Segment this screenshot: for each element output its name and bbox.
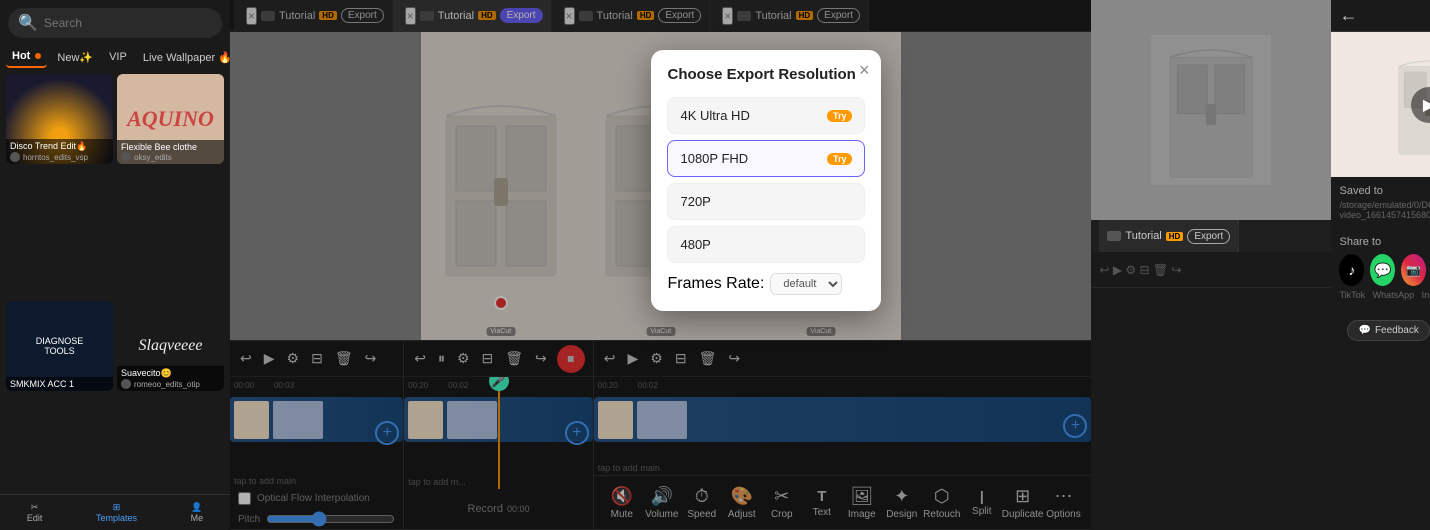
bottom-nav: ✂ Edit ⊞ Templates 👤 Me xyxy=(0,494,230,530)
res-720p-label: 720P xyxy=(680,194,710,209)
share-tiktok[interactable]: ♪ xyxy=(1339,254,1364,286)
template-card-1[interactable]: Disco Trend Edit🔥 horntos_edits_vsp xyxy=(6,74,113,164)
res-1080p-badge: Try xyxy=(827,153,853,165)
share-to: Share to ♪ 💬 📷 ▶ ✈ f TikTok WhatsApp Ins… xyxy=(1331,228,1430,308)
feedback-area: 💬 Feedback xyxy=(1331,308,1430,353)
modal-close-btn[interactable]: × xyxy=(859,60,870,81)
templates-btn[interactable]: ⊞ Templates xyxy=(96,502,137,523)
template-card-3[interactable]: DIAGNOSETOOLS SMKMIX ACC 1 xyxy=(6,301,113,391)
card-title-1: Disco Trend Edit🔥 xyxy=(10,141,109,152)
frames-select: Frames Rate: default 24fps 30fps 60fps xyxy=(667,273,865,295)
resolution-4k[interactable]: 4K Ultra HD Try xyxy=(667,97,865,134)
right-tab-title: Tutorial xyxy=(1125,230,1161,242)
hot-badge xyxy=(35,53,41,59)
avatar-2 xyxy=(121,152,131,162)
resolution-480p[interactable]: 480P xyxy=(667,226,865,263)
tab-vip[interactable]: VIP xyxy=(103,47,133,67)
template-card-2[interactable]: AQUINO Flexible Bee clothe oksy_edits xyxy=(117,74,224,164)
feedback-icon: 💬 xyxy=(1358,325,1370,336)
card-sub-1: horntos_edits_vsp xyxy=(23,153,88,162)
res-4k-label: 4K Ultra HD xyxy=(680,108,749,123)
right-tab-export[interactable]: Export xyxy=(1187,229,1230,244)
export-modal: × Choose Export Resolution 4K Ultra HD T… xyxy=(651,50,881,311)
right-preview: ▶ Exported xyxy=(1331,32,1430,177)
me-btn[interactable]: 👤 Me xyxy=(191,502,204,523)
saved-to-label: Saved to xyxy=(1339,185,1430,197)
tab-new[interactable]: New✨ xyxy=(51,47,99,68)
search-icon: 🔍 xyxy=(18,13,38,33)
right-timeline-dim: ↩ ▶ ⚙ ⊟ 🗑 ↪ xyxy=(1091,252,1331,530)
search-bar[interactable]: 🔍 xyxy=(8,8,222,38)
share-labels: TikTok WhatsApp Instagram Youtube Telegr… xyxy=(1339,290,1430,300)
card-title-2: Flexible Bee clothe xyxy=(121,142,220,152)
feedback-label: Feedback xyxy=(1375,325,1419,336)
right-tl-controls: ↩ ▶ ⚙ ⊟ 🗑 ↪ xyxy=(1091,252,1331,288)
saved-path: /storage/emulated/0/DCIM/Camera/ ViaCut_… xyxy=(1339,200,1430,220)
nav-tabs: Hot New✨ VIP Live Wallpaper 🔥 xyxy=(0,46,230,68)
share-to-label: Share to xyxy=(1339,236,1430,248)
right-door-preview xyxy=(1091,0,1331,220)
right-door-svg xyxy=(1151,30,1271,190)
res-4k-badge: Try xyxy=(827,110,853,122)
frames-label: Frames Rate: xyxy=(667,275,764,293)
right-tab-hd: HD xyxy=(1166,232,1184,241)
modal-overlay[interactable]: × Choose Export Resolution 4K Ultra HD T… xyxy=(230,0,1091,530)
tab-live-wallpaper[interactable]: Live Wallpaper 🔥 xyxy=(137,47,230,68)
template-card-4[interactable]: Slaqveeee Suavecito😊 romeoo_edits_otip xyxy=(117,301,224,391)
resolution-720p[interactable]: 720P xyxy=(667,183,865,220)
resolution-1080p[interactable]: 1080P FHD Try xyxy=(667,140,865,177)
right-panel-top: ← Home xyxy=(1331,0,1430,32)
template-grid: Disco Trend Edit🔥 horntos_edits_vsp AQUI… xyxy=(0,68,230,530)
avatar-4 xyxy=(121,379,131,389)
card-sub-4: romeoo_edits_otip xyxy=(134,380,200,389)
frames-dropdown[interactable]: default 24fps 30fps 60fps xyxy=(770,273,842,295)
card-title-3: SMKMIX ACC 1 xyxy=(10,379,109,389)
whatsapp-icon: 💬 xyxy=(1374,262,1391,279)
right-panel: ← Home ▶ Exported Saved to /storage/emul… xyxy=(1331,0,1430,530)
right-editor-tab[interactable]: Tutorial HD Export xyxy=(1099,220,1239,252)
edit-btn[interactable]: ✂ Edit xyxy=(27,502,43,523)
card-sub-2: oksy_edits xyxy=(134,153,172,162)
right-tab-bar: Tutorial HD Export xyxy=(1091,220,1331,252)
res-1080p-label: 1080P FHD xyxy=(680,151,748,166)
res-480p-label: 480P xyxy=(680,237,710,252)
avatar-1 xyxy=(10,152,20,162)
main-area: × Tutorial HD Export × Tutorial HD Expor… xyxy=(230,0,1091,530)
instagram-icon: 📷 xyxy=(1406,263,1421,277)
share-whatsapp[interactable]: 💬 xyxy=(1370,254,1395,286)
tab-hot[interactable]: Hot xyxy=(6,46,47,68)
modal-title: Choose Export Resolution xyxy=(667,66,865,83)
saved-to: Saved to /storage/emulated/0/DCIM/Camera… xyxy=(1331,177,1430,228)
search-input[interactable] xyxy=(44,16,212,30)
feedback-btn[interactable]: 💬 Feedback xyxy=(1347,320,1429,341)
share-instagram[interactable]: 📷 xyxy=(1401,254,1426,286)
right-tab-icon xyxy=(1107,231,1121,241)
share-icons: ♪ 💬 📷 ▶ ✈ f xyxy=(1339,254,1430,286)
card-title-4: Suavecito😊 xyxy=(121,368,220,379)
left-sidebar: 🔍 Hot New✨ VIP Live Wallpaper 🔥 Disco Tr… xyxy=(0,0,230,530)
tiktok-icon: ♪ xyxy=(1348,262,1355,278)
right-editor-panel: Tutorial HD Export ↩ ▶ ⚙ ⊟ 🗑 ↪ xyxy=(1091,0,1331,530)
back-arrow[interactable]: ← xyxy=(1339,5,1357,26)
